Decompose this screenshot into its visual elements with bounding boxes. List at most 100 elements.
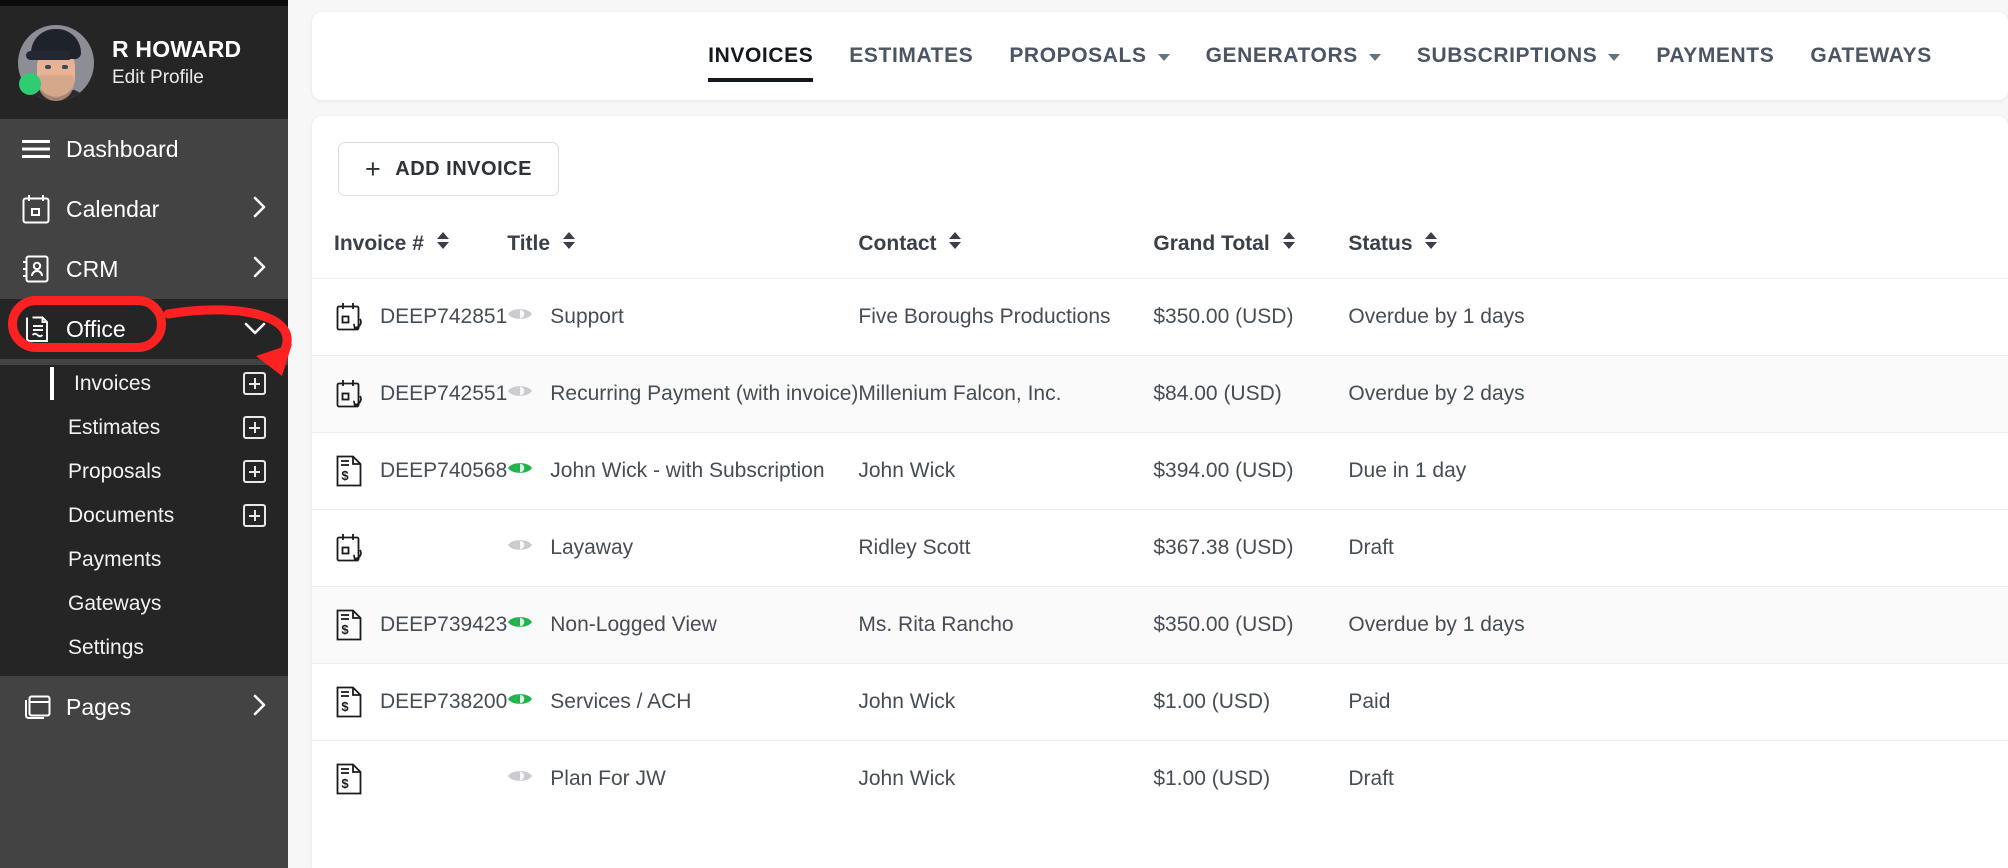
sidebar-subitem-label: Gateways bbox=[68, 591, 162, 615]
invoice-title[interactable]: Non-Logged View bbox=[550, 613, 717, 637]
plus-box-icon[interactable] bbox=[243, 416, 266, 439]
sidebar-item-dashboard[interactable]: Dashboard bbox=[0, 119, 288, 179]
sort-arrows-icon[interactable] bbox=[1425, 232, 1438, 249]
column-header-grand-total[interactable]: Grand Total bbox=[1153, 224, 1348, 279]
edit-profile-link[interactable]: Edit Profile bbox=[112, 67, 241, 89]
tab-generators[interactable]: GENERATORS bbox=[1188, 12, 1399, 100]
sidebar-item-estimates[interactable]: Estimates bbox=[0, 409, 288, 446]
invoice-title[interactable]: John Wick - with Subscription bbox=[550, 459, 824, 483]
eye-icon[interactable] bbox=[507, 459, 533, 483]
plus-box-icon[interactable] bbox=[243, 504, 266, 527]
cell-invoice-number: $ DEEP738200 bbox=[312, 663, 508, 741]
cell-status: Draft bbox=[1348, 509, 2008, 587]
tab-label: SUBSCRIPTIONS bbox=[1416, 44, 1598, 67]
add-invoice-button[interactable]: + ADD INVOICE bbox=[338, 142, 559, 196]
column-label: Contact bbox=[858, 232, 937, 255]
online-status-dot bbox=[19, 72, 41, 95]
tab-label: GATEWAYS bbox=[1810, 44, 1932, 67]
sidebar-item-proposals[interactable]: Proposals bbox=[0, 453, 288, 490]
invoice-title[interactable]: Recurring Payment (with invoice) bbox=[550, 382, 858, 406]
invoice-title[interactable]: Services / ACH bbox=[550, 690, 691, 714]
invoice-number: DEEP738200 bbox=[380, 690, 508, 713]
invoice-title[interactable]: Support bbox=[550, 305, 624, 329]
cell-grand-total: $84.00 (USD) bbox=[1153, 355, 1349, 433]
tab-gateways[interactable]: GATEWAYS bbox=[1792, 12, 1950, 100]
chevron-down-icon bbox=[244, 319, 266, 340]
cell-title: Recurring Payment (with invoice) bbox=[507, 355, 859, 433]
sidebar-item-settings[interactable]: Settings bbox=[0, 629, 288, 666]
contact-book-icon bbox=[22, 254, 56, 284]
eye-icon[interactable] bbox=[507, 613, 533, 637]
eye-icon[interactable] bbox=[507, 767, 533, 791]
cell-grand-total: $350.00 (USD) bbox=[1153, 278, 1349, 356]
table-row[interactable]: Layaway Ridley Scott $367.38 (USD) Draft bbox=[312, 509, 2008, 587]
invoice-number: DEEP740568 bbox=[380, 459, 508, 482]
main-content: INVOICES ESTIMATES PROPOSALS GENERATORS … bbox=[288, 0, 2008, 868]
cell-invoice-number: DEEP742551 bbox=[312, 355, 508, 433]
cell-invoice-number: $ DEEP739423 bbox=[312, 586, 508, 664]
cell-contact: Ms. Rita Rancho bbox=[858, 586, 1154, 664]
column-header-status[interactable]: Status bbox=[1348, 224, 2008, 279]
sidebar-item-label: Office bbox=[66, 315, 126, 342]
column-header-contact[interactable]: Contact bbox=[858, 224, 1153, 279]
sidebar-item-crm[interactable]: CRM bbox=[0, 239, 288, 299]
toolbar: + ADD INVOICE bbox=[312, 142, 2008, 224]
column-label: Status bbox=[1348, 232, 1413, 255]
tab-proposals[interactable]: PROPOSALS bbox=[991, 12, 1187, 100]
table-row[interactable]: DEEP742551 Recurring Payment (with invoic… bbox=[312, 355, 2008, 433]
eye-icon[interactable] bbox=[507, 690, 533, 714]
sort-arrows-icon[interactable] bbox=[436, 232, 449, 249]
avatar[interactable] bbox=[18, 24, 94, 101]
tab-payments[interactable]: PAYMENTS bbox=[1638, 12, 1792, 100]
chevron-right-icon bbox=[253, 256, 266, 283]
eye-icon[interactable] bbox=[507, 536, 533, 560]
table-row[interactable]: $ DEEP740568 John Wick - with Subscription… bbox=[312, 432, 2008, 510]
cell-invoice-number: DEEP742851 bbox=[312, 278, 508, 356]
column-header-invoice-number[interactable]: Invoice # bbox=[312, 224, 507, 279]
invoice-title[interactable]: Layaway bbox=[550, 536, 633, 560]
tab-estimates[interactable]: ESTIMATES bbox=[831, 12, 991, 100]
table-row[interactable]: $ Plan For JW John Wick $1.00 (USD) Draft bbox=[312, 740, 2008, 817]
sidebar-item-calendar[interactable]: Calendar bbox=[0, 179, 288, 239]
hamburger-icon bbox=[22, 139, 56, 159]
cell-grand-total: $350.00 (USD) bbox=[1153, 586, 1349, 664]
calendar-icon bbox=[22, 194, 56, 224]
tab-label: PAYMENTS bbox=[1656, 44, 1775, 67]
column-label: Grand Total bbox=[1153, 232, 1270, 255]
plus-box-icon[interactable] bbox=[243, 460, 266, 483]
svg-text:$: $ bbox=[341, 622, 349, 637]
invoice-doc-icon: $ bbox=[334, 762, 364, 796]
sidebar-subitem-label: Documents bbox=[68, 503, 175, 527]
sidebar-item-invoices[interactable]: Invoices bbox=[0, 365, 288, 402]
sidebar-item-pages[interactable]: Pages bbox=[0, 676, 288, 738]
invoice-title[interactable]: Plan For JW bbox=[550, 767, 666, 791]
table-body: DEEP742851 Support Five Boroughs Productio… bbox=[312, 278, 2008, 817]
cell-status: Draft bbox=[1348, 740, 2008, 817]
eye-icon[interactable] bbox=[507, 305, 533, 329]
eye-icon[interactable] bbox=[507, 382, 533, 406]
sidebar-item-payments[interactable]: Payments bbox=[0, 541, 288, 578]
plus-box-icon[interactable] bbox=[243, 372, 266, 395]
sidebar-item-documents[interactable]: Documents bbox=[0, 497, 288, 534]
sidebar-item-gateways[interactable]: Gateways bbox=[0, 585, 288, 622]
sort-arrows-icon[interactable] bbox=[1282, 232, 1295, 249]
column-header-title[interactable]: Title bbox=[507, 224, 858, 279]
sidebar-item-label: CRM bbox=[66, 255, 119, 282]
table-row[interactable]: $ DEEP739423 Non-Logged View Ms. Rita Ranch… bbox=[312, 586, 2008, 664]
sidebar-item-office[interactable]: Office bbox=[0, 299, 288, 359]
profile-header[interactable]: R HOWARD Edit Profile bbox=[0, 6, 288, 119]
table-row[interactable]: $ DEEP738200 Services / ACH John Wick $1.00 … bbox=[312, 663, 2008, 741]
tab-invoices[interactable]: INVOICES bbox=[690, 12, 831, 100]
cell-contact: John Wick bbox=[858, 663, 1154, 741]
sort-arrows-icon[interactable] bbox=[562, 232, 575, 249]
add-invoice-label: ADD INVOICE bbox=[395, 157, 532, 180]
chevron-down-icon bbox=[1157, 54, 1170, 61]
table-head: Invoice # Title Contact Grand Total Stat… bbox=[312, 224, 2008, 279]
tab-label: PROPOSALS bbox=[1009, 44, 1147, 67]
tab-subscriptions[interactable]: SUBSCRIPTIONS bbox=[1399, 12, 1639, 100]
invoices-table: Invoice # Title Contact Grand Total Stat… bbox=[312, 224, 2008, 817]
chevron-right-icon bbox=[253, 694, 266, 721]
cell-title: Non-Logged View bbox=[507, 586, 859, 664]
sort-arrows-icon[interactable] bbox=[949, 232, 962, 249]
table-row[interactable]: DEEP742851 Support Five Boroughs Productio… bbox=[312, 278, 2008, 356]
